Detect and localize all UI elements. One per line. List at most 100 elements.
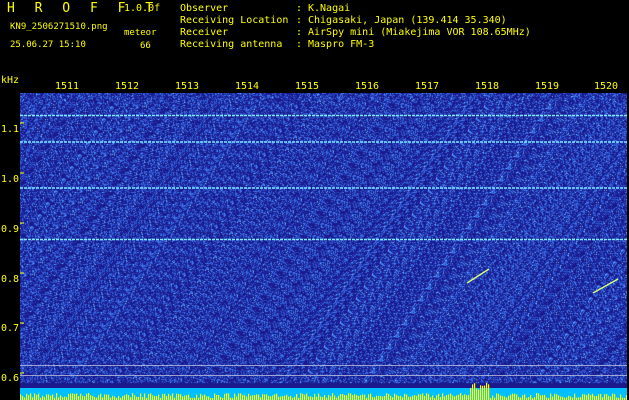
level-bar bbox=[594, 396, 596, 400]
level-bar bbox=[496, 393, 498, 400]
level-bar bbox=[144, 393, 146, 400]
level-bar bbox=[498, 393, 500, 400]
meta-key-antenna: Receiving antenna bbox=[180, 39, 283, 50]
level-bar bbox=[480, 385, 482, 400]
level-bar bbox=[118, 395, 120, 400]
level-bar bbox=[128, 395, 130, 400]
level-bar bbox=[22, 396, 24, 400]
level-bar bbox=[28, 395, 30, 400]
level-bar bbox=[74, 393, 76, 400]
level-bar bbox=[538, 393, 540, 400]
level-bar bbox=[584, 394, 586, 400]
level-bar bbox=[406, 394, 408, 400]
level-bar bbox=[396, 395, 398, 400]
level-bar bbox=[84, 396, 86, 400]
level-bar bbox=[588, 393, 590, 400]
level-bar bbox=[466, 395, 468, 400]
level-bar bbox=[316, 396, 318, 400]
x-tick-label: 1514 bbox=[235, 81, 260, 92]
level-bar bbox=[152, 395, 154, 400]
level-bar bbox=[26, 393, 28, 400]
level-bar bbox=[252, 395, 254, 400]
level-bar bbox=[296, 394, 298, 400]
level-bar bbox=[254, 395, 256, 400]
level-bar bbox=[72, 393, 74, 400]
level-bar bbox=[228, 393, 230, 400]
level-bar bbox=[380, 395, 382, 400]
level-bar bbox=[34, 393, 36, 400]
level-bar bbox=[48, 394, 50, 400]
meta-value-location: Chigasaki, Japan (139.414 35.340) bbox=[308, 15, 507, 26]
level-bar bbox=[274, 394, 276, 400]
level-bar bbox=[590, 395, 592, 400]
level-bar bbox=[264, 394, 266, 400]
level-bar bbox=[134, 395, 136, 400]
level-bar bbox=[236, 396, 238, 400]
y-tick-label: 1.0 bbox=[1, 174, 20, 185]
spectrogram-overlay bbox=[20, 114, 627, 400]
level-bar bbox=[50, 395, 52, 400]
level-bar bbox=[114, 396, 116, 400]
level-bar bbox=[414, 395, 416, 400]
level-bar bbox=[610, 396, 612, 400]
level-bar bbox=[226, 393, 228, 400]
level-bar bbox=[288, 396, 290, 400]
level-bar bbox=[30, 393, 32, 400]
level-bar bbox=[216, 394, 218, 400]
level-bar bbox=[70, 393, 72, 400]
level-bar bbox=[320, 396, 322, 400]
level-bar bbox=[612, 393, 614, 400]
level-bar bbox=[104, 394, 106, 400]
level-bar bbox=[172, 393, 174, 400]
timestamp: 25.06.27 15:10 bbox=[10, 40, 86, 50]
level-bar bbox=[486, 382, 488, 400]
level-bar bbox=[404, 393, 406, 400]
level-bar bbox=[460, 393, 462, 400]
level-bar bbox=[244, 395, 246, 400]
level-bar bbox=[390, 395, 392, 400]
level-bar bbox=[626, 395, 627, 400]
meta-sep: : bbox=[296, 3, 303, 14]
level-bar bbox=[428, 394, 430, 400]
level-bar bbox=[122, 396, 124, 400]
x-tick-label: 1517 bbox=[415, 81, 440, 92]
level-bar bbox=[284, 395, 286, 400]
level-bar bbox=[90, 395, 92, 400]
level-bar bbox=[356, 395, 358, 400]
level-bar bbox=[86, 393, 88, 400]
level-bar bbox=[42, 395, 44, 400]
level-bar bbox=[592, 393, 594, 400]
level-bar bbox=[454, 396, 456, 400]
meteor-echo bbox=[466, 268, 490, 284]
level-bar bbox=[20, 394, 22, 400]
level-bar bbox=[150, 393, 152, 400]
level-bar bbox=[318, 393, 320, 400]
level-bar bbox=[368, 394, 370, 400]
level-bar bbox=[342, 394, 344, 400]
level-bar bbox=[324, 395, 326, 400]
level-bar bbox=[162, 393, 164, 400]
level-bar bbox=[334, 395, 336, 400]
level-bar bbox=[282, 396, 284, 400]
level-bar bbox=[450, 393, 452, 400]
level-bar bbox=[208, 396, 210, 400]
y-tick-label: 1.1 bbox=[1, 124, 20, 135]
level-bar bbox=[140, 393, 142, 400]
meta-sep: : bbox=[296, 27, 303, 38]
level-bar bbox=[302, 393, 304, 400]
level-bar bbox=[148, 393, 150, 400]
level-bar bbox=[272, 395, 274, 400]
level-bar bbox=[176, 393, 178, 400]
level-bar bbox=[536, 393, 538, 400]
level-bar bbox=[200, 393, 202, 400]
level-bar bbox=[344, 395, 346, 400]
level-bar bbox=[370, 393, 372, 400]
level-bar bbox=[418, 394, 420, 400]
level-bar bbox=[270, 396, 272, 400]
level-bar bbox=[574, 393, 576, 400]
level-bar bbox=[108, 394, 110, 400]
level-bar bbox=[196, 394, 198, 400]
level-bar bbox=[178, 394, 180, 400]
y-axis-unit: kHz bbox=[1, 75, 20, 86]
level-bar bbox=[488, 384, 490, 400]
